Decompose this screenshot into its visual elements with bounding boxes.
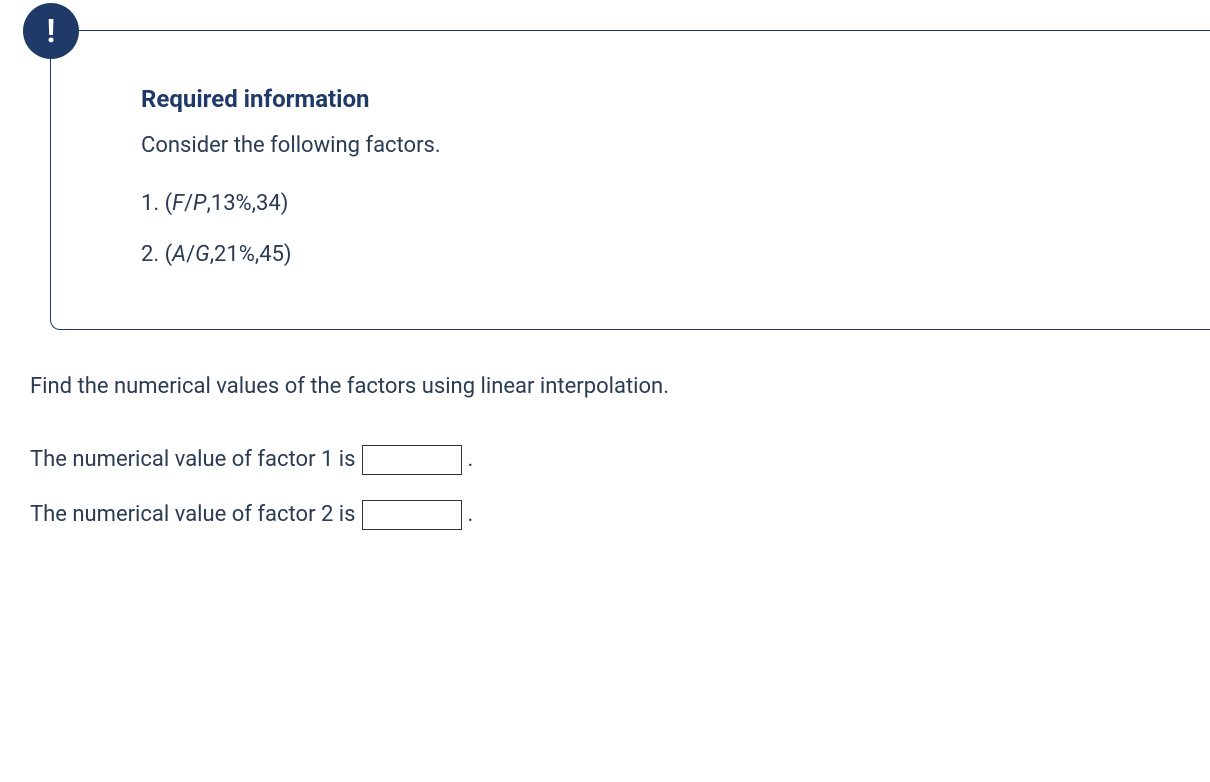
question-prompt: Find the numerical values of the factors… [30, 370, 1210, 403]
answer1-period: . [468, 443, 474, 476]
answer-row-2: The numerical value of factor 2 is . [30, 498, 1210, 531]
factor2-answer-input[interactable] [362, 500, 462, 530]
factor1-prefix: 1. ( [141, 191, 172, 216]
factor2-denominator: G [195, 242, 210, 267]
required-heading: Required information [141, 81, 1170, 117]
answer1-label: The numerical value of factor 1 is [30, 443, 356, 476]
required-information-box: ! Required information Consider the foll… [50, 30, 1210, 330]
factor-1: 1. (F/P,13%,34) [141, 187, 1170, 220]
factor1-denominator: P [193, 191, 206, 216]
required-intro: Consider the following factors. [141, 129, 1170, 162]
factor1-numerator: F [172, 191, 184, 216]
factor2-prefix: 2. ( [141, 242, 172, 267]
alert-icon: ! [23, 3, 79, 59]
factor2-numerator: A [172, 242, 186, 267]
answer2-label: The numerical value of factor 2 is [30, 498, 356, 531]
factor2-suffix: ,21%,45) [210, 242, 292, 267]
factor1-slash: / [184, 191, 193, 216]
answer2-period: . [468, 498, 474, 531]
answer-row-1: The numerical value of factor 1 is . [30, 443, 1210, 476]
factor-2: 2. (A/G,21%,45) [141, 238, 1170, 271]
alert-glyph: ! [47, 7, 56, 55]
factor2-slash: / [186, 242, 195, 267]
factor1-suffix: ,13%,34) [207, 191, 289, 216]
factor1-answer-input[interactable] [362, 445, 462, 475]
